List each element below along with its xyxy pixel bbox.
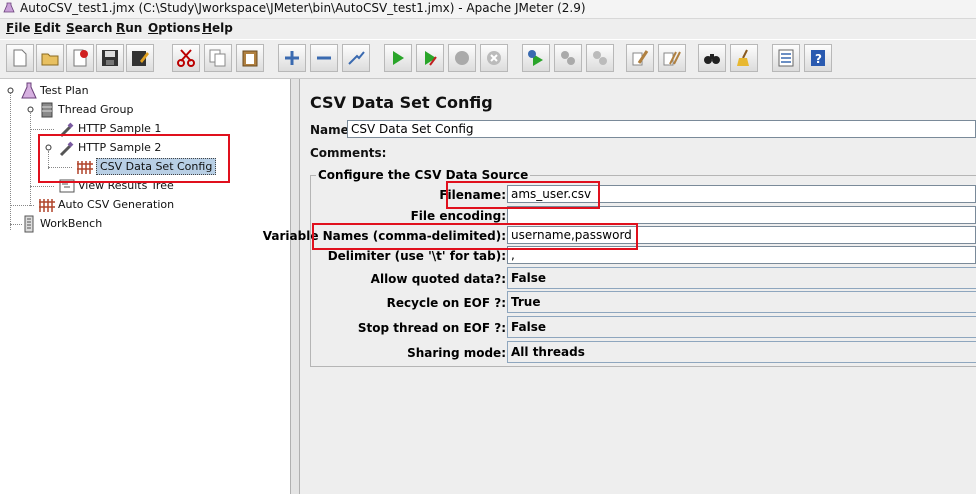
menu-file[interactable]: File [6,21,31,35]
new-button[interactable] [6,44,34,72]
menu-bar: File Edit Search Run Options Help [0,19,976,39]
config-panel: CSV Data Set Config Name: CSV Data Set C… [263,79,976,494]
recycle-eof-select[interactable]: True [507,291,976,313]
function-helper-button[interactable] [772,44,800,72]
file-encoding-label: File encoding: [410,209,506,223]
panel-title: CSV Data Set Config [310,93,493,112]
toggle-button[interactable] [342,44,370,72]
comments-label: Comments: [310,146,387,160]
pane-splitter[interactable] [291,79,300,494]
allow-quoted-select[interactable]: False [507,267,976,289]
stop-button[interactable] [448,44,476,72]
start-icon [393,51,404,65]
tree-line [30,113,31,206]
sharing-mode-select[interactable]: All threads [507,341,976,363]
menu-run[interactable]: Run [116,21,142,35]
sharing-mode-label: Sharing mode: [407,346,506,360]
save-button[interactable] [96,44,124,72]
open-button[interactable] [36,44,64,72]
broom-icon [737,49,749,66]
remote-shutdown-button[interactable] [586,44,614,72]
tree-item-label: WorkBench [40,217,103,230]
save-as-icon [132,51,149,66]
highlight-box [38,134,230,183]
help-button[interactable]: ? [804,44,832,72]
open-icon [41,53,59,66]
tree-collapse-toggle[interactable] [27,106,34,113]
tree-item-label: Thread Group [58,103,134,116]
comments-field[interactable] [376,143,976,161]
reset-search-button[interactable] [730,44,758,72]
collapse-button[interactable] [310,44,338,72]
svg-text:?: ? [815,52,822,66]
paste-button[interactable] [236,44,264,72]
tree-line [10,205,34,206]
window-title: AutoCSV_test1.jmx (C:\Study\Jworkspace\J… [20,1,586,15]
shutdown-icon [487,51,501,65]
spool-icon [41,102,53,118]
save-as-button[interactable] [126,44,154,72]
new-icon [13,49,27,67]
highlight-box [312,223,638,250]
toolbar: ? [0,40,976,79]
clear-icon [632,50,649,66]
remote-shutdown-icon [593,51,607,65]
cut-icon [177,49,195,67]
copy-icon [209,49,226,67]
flask-icon [21,82,37,99]
toggle-icon [348,51,365,65]
expand-icon [285,51,299,65]
stop-thread-eof-select[interactable]: False [507,316,976,338]
stop-icon [455,51,469,65]
tree-line [30,186,54,187]
tree-item-label: Auto CSV Generation [58,198,175,211]
list-icon [778,49,794,67]
remote-start-button[interactable] [522,44,550,72]
paste-icon [242,50,258,67]
binoculars-icon [704,54,720,64]
help-icon: ? [811,50,825,66]
expand-button[interactable] [278,44,306,72]
stop-thread-eof-label: Stop thread on EOF ?: [357,321,506,335]
delimiter-label: Delimiter (use '\t' for tab): [327,249,506,263]
remote-start-icon [528,50,543,66]
search-button[interactable] [698,44,726,72]
menu-edit[interactable]: Edit [34,21,61,35]
group-title: Configure the CSV Data Source [316,168,531,182]
jmeter-app-icon [3,2,15,13]
clear-all-icon [663,51,681,66]
test-plan-tree: Test Plan Thread Group HTTP Sample 1 HTT… [0,79,291,494]
allow-quoted-label: Allow quoted data?: [370,272,506,286]
highlight-box [446,181,600,209]
remote-stop-icon [561,51,575,65]
cut-button[interactable] [172,44,200,72]
tree-item-label: Test Plan [40,84,89,97]
name-field[interactable]: CSV Data Set Config [347,120,976,138]
remote-stop-button[interactable] [554,44,582,72]
menu-search[interactable]: Search [66,21,112,35]
copy-button[interactable] [204,44,232,72]
tree-line [10,93,11,230]
clear-button[interactable] [626,44,654,72]
recycle-eof-label: Recycle on EOF ?: [386,296,506,310]
menu-options[interactable]: Options [148,21,201,35]
start-no-pause-button[interactable] [416,44,444,72]
save-icon [102,50,118,66]
shutdown-button[interactable] [480,44,508,72]
start-button[interactable] [384,44,412,72]
start-no-pause-icon [425,51,437,66]
collapse-icon [317,56,331,60]
close-button[interactable] [66,44,94,72]
tree-collapse-toggle[interactable] [7,87,14,94]
config-grid-icon [39,199,55,212]
close-icon [73,49,88,67]
workbench-icon [24,215,34,233]
title-bar: AutoCSV_test1.jmx (C:\Study\Jworkspace\J… [0,0,976,19]
menu-help[interactable]: Help [202,21,233,35]
tree-line [30,129,54,130]
clear-all-button[interactable] [658,44,686,72]
